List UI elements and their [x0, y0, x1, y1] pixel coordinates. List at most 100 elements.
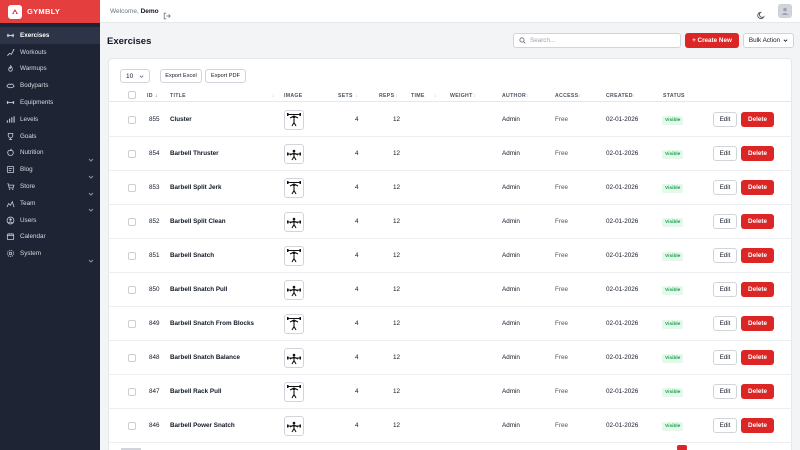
status-badge: Visible	[662, 320, 684, 329]
sidebar-item-users[interactable]: Users	[0, 212, 100, 229]
delete-button[interactable]: Delete	[741, 180, 774, 195]
edit-button[interactable]: Edit	[713, 146, 737, 161]
edit-button[interactable]: Edit	[713, 214, 737, 229]
row-checkbox[interactable]	[128, 218, 136, 226]
sort-icon[interactable]: ↕	[272, 93, 275, 99]
column-header-id[interactable]: ID	[147, 93, 153, 99]
sidebar-item-system[interactable]: System	[0, 245, 100, 263]
bulk-action-button[interactable]: Bulk Action	[743, 33, 794, 48]
sidebar-item-nutrition[interactable]: Nutrition	[0, 145, 100, 162]
delete-button[interactable]: Delete	[741, 282, 774, 297]
row-checkbox[interactable]	[128, 184, 136, 192]
export-pdf-button[interactable]: Export PDF	[205, 69, 246, 83]
sidebar-item-warmups[interactable]: Warmups	[0, 61, 100, 78]
row-checkbox[interactable]	[128, 388, 136, 396]
equipment-icon	[6, 98, 15, 107]
cell-id: 854	[149, 150, 160, 157]
pagination-current-page[interactable]	[677, 445, 687, 450]
delete-button[interactable]: Delete	[741, 316, 774, 331]
avatar[interactable]	[778, 4, 792, 18]
cell-reps: 12	[393, 184, 401, 191]
delete-button[interactable]: Delete	[741, 146, 774, 161]
row-checkbox[interactable]	[128, 150, 136, 158]
cell-id: 850	[149, 286, 160, 293]
cell-access: Free	[555, 320, 568, 327]
sidebar-item-label: Goals	[20, 132, 37, 140]
cell-created: 02-01-2026	[606, 252, 639, 259]
edit-button[interactable]: Edit	[713, 112, 737, 127]
edit-button[interactable]: Edit	[713, 418, 737, 433]
column-header-reps[interactable]: REPS	[379, 93, 394, 99]
search-input[interactable]	[530, 37, 670, 44]
edit-button[interactable]: Edit	[713, 282, 737, 297]
sidebar-item-goals[interactable]: Goals	[0, 128, 100, 145]
column-header-access[interactable]: ACCESS	[555, 93, 578, 99]
cell-access: Free	[555, 184, 568, 191]
row-checkbox[interactable]	[128, 286, 136, 294]
calendar-icon	[6, 232, 15, 241]
edit-button[interactable]: Edit	[713, 248, 737, 263]
store-icon	[6, 182, 15, 191]
sidebar-item-calendar[interactable]: Calendar	[0, 229, 100, 246]
column-header-author[interactable]: AUTHOR	[502, 93, 526, 99]
delete-button[interactable]: Delete	[741, 418, 774, 433]
sort-desc-icon[interactable]: ↓	[155, 93, 158, 99]
delete-button[interactable]: Delete	[741, 214, 774, 229]
table-row: 852 Barbell Split Clean 4 12 Admin Free 02-01-…	[109, 205, 793, 239]
status-badge: Visible	[662, 286, 684, 295]
edit-button[interactable]: Edit	[713, 180, 737, 195]
table-row: 855 Cluster 4 12 Admin Free 02-01-2026 Visible E…	[109, 103, 793, 137]
welcome-text: Welcome, Demo	[110, 8, 159, 15]
sort-icon[interactable]: ↕	[355, 93, 358, 99]
dark-mode-moon-icon[interactable]	[757, 7, 766, 20]
column-header-time[interactable]: TIME	[411, 93, 425, 99]
sort-icon[interactable]: ↕	[578, 93, 581, 99]
welcome-user-name: Demo	[140, 7, 159, 15]
edit-button[interactable]: Edit	[713, 384, 737, 399]
column-header-sets[interactable]: SETS	[338, 93, 353, 99]
sort-icon[interactable]: ↕	[473, 93, 476, 99]
delete-button[interactable]: Delete	[741, 384, 774, 399]
sort-icon[interactable]: ↕	[526, 93, 529, 99]
sidebar-item-label: Workouts	[20, 48, 47, 56]
edit-button[interactable]: Edit	[713, 316, 737, 331]
row-checkbox[interactable]	[128, 320, 136, 328]
column-header-status[interactable]: STATUS	[663, 93, 685, 99]
sidebar-item-store[interactable]: Store	[0, 178, 100, 196]
search-box[interactable]	[513, 33, 681, 48]
select-all-checkbox[interactable]	[128, 91, 136, 99]
delete-button[interactable]: Delete	[741, 248, 774, 263]
sidebar-item-blog[interactable]: Blog	[0, 161, 100, 179]
cell-created: 02-01-2026	[606, 150, 639, 157]
cell-access: Free	[555, 354, 568, 361]
sidebar-item-equipments[interactable]: Equipments	[0, 94, 100, 111]
column-header-weight[interactable]: WEIGHT	[450, 93, 473, 99]
delete-button[interactable]: Delete	[741, 350, 774, 365]
chevron-down-icon	[88, 167, 94, 179]
sidebar-item-team[interactable]: Team	[0, 195, 100, 213]
delete-button[interactable]: Delete	[741, 112, 774, 127]
column-header-title[interactable]: TITLE	[170, 93, 186, 99]
sidebar-item-workouts[interactable]: Workouts	[0, 44, 100, 61]
sort-icon[interactable]: ↕	[632, 93, 635, 99]
edit-button[interactable]: Edit	[713, 350, 737, 365]
create-new-button[interactable]: + Create New	[685, 33, 739, 48]
cell-sets: 4	[355, 388, 359, 395]
column-header-created[interactable]: CREATED	[606, 93, 633, 99]
cell-id: 849	[149, 320, 160, 327]
page-size-select[interactable]: 10	[120, 69, 150, 83]
sidebar-item-bodyparts[interactable]: Bodyparts	[0, 77, 100, 94]
row-checkbox[interactable]	[128, 252, 136, 260]
column-header-image[interactable]: IMAGE	[284, 93, 303, 99]
sort-icon[interactable]: ↕	[395, 93, 398, 99]
sort-icon[interactable]: ↕	[434, 93, 437, 99]
sidebar-item-levels[interactable]: Levels	[0, 111, 100, 128]
row-checkbox[interactable]	[128, 422, 136, 430]
brand-name: GYMBLY	[27, 7, 61, 16]
sidebar-item-exercises[interactable]: Exercises	[0, 27, 100, 44]
row-checkbox[interactable]	[128, 354, 136, 362]
brand-bar[interactable]: GYMBLY	[0, 0, 100, 23]
row-checkbox[interactable]	[128, 116, 136, 124]
export-excel-button[interactable]: Export Excel	[160, 69, 202, 83]
logout-icon[interactable]	[163, 7, 171, 20]
